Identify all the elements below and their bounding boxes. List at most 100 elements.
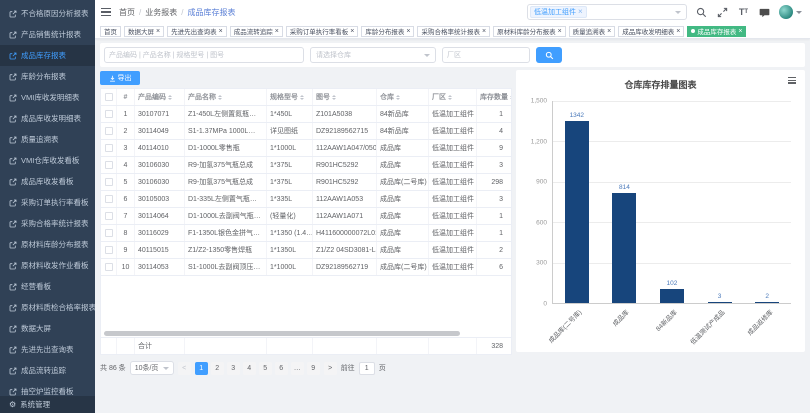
row-checkbox[interactable] xyxy=(105,110,113,118)
tab[interactable]: 原材料库龄分布报表× xyxy=(493,26,566,37)
row-checkbox[interactable] xyxy=(105,263,113,271)
sidebar-item[interactable]: 成品库存报表 xyxy=(0,45,95,66)
table-row[interactable]: 430106030R9-加氢375气瓶总成1*375LR901HC5292成品库… xyxy=(101,157,511,174)
column-header[interactable]: 产品名称 xyxy=(188,92,216,102)
bar[interactable] xyxy=(755,302,779,303)
pagination-prev-button[interactable]: < xyxy=(178,362,191,375)
search-button[interactable] xyxy=(536,47,562,63)
sidebar-item[interactable]: 采购订单执行率看板 xyxy=(0,192,95,213)
sort-icon[interactable] xyxy=(448,93,452,102)
tab[interactable]: 先进先出查询表× xyxy=(167,26,227,37)
tab[interactable]: 库龄分布报表× xyxy=(361,26,414,37)
row-checkbox[interactable] xyxy=(105,195,113,203)
sidebar-item[interactable]: 质量追溯表 xyxy=(0,129,95,150)
goto-page-input[interactable] xyxy=(359,362,375,375)
sidebar-item[interactable]: 原材料库龄分布报表 xyxy=(0,234,95,255)
sort-icon[interactable] xyxy=(332,93,336,102)
pagination-page-button[interactable]: 5 xyxy=(259,362,272,375)
sidebar-item[interactable]: 经营看板 xyxy=(0,276,95,297)
sidebar-toggle-icon[interactable] xyxy=(101,8,111,17)
table-row[interactable]: 730114064D1-1000L去副阀气瓶…(轻量化)112AAW1A071成… xyxy=(101,208,511,225)
table-row[interactable]: 340114010D1-1000L零售瓶1*1000L112AAW1A047/0… xyxy=(101,140,511,157)
pagination-page-button[interactable]: 1 xyxy=(195,362,208,375)
close-icon[interactable]: × xyxy=(676,28,680,35)
page-size-select[interactable]: 10条/页 xyxy=(130,361,174,375)
column-header[interactable]: 图号 xyxy=(316,92,330,102)
close-icon[interactable]: × xyxy=(219,28,223,35)
tab[interactable]: 成品库存报表× xyxy=(687,26,746,37)
row-checkbox[interactable] xyxy=(105,127,113,135)
close-icon[interactable]: × xyxy=(738,28,742,35)
close-icon[interactable]: × xyxy=(275,28,279,35)
row-checkbox[interactable] xyxy=(105,246,113,254)
sort-icon[interactable] xyxy=(300,93,304,102)
pagination-next-button[interactable]: > xyxy=(324,362,337,375)
row-checkbox[interactable] xyxy=(105,161,113,169)
export-button[interactable]: 导出 xyxy=(100,71,140,85)
close-icon[interactable]: × xyxy=(482,28,486,35)
user-menu[interactable] xyxy=(779,5,802,19)
column-header[interactable]: 库存数量 xyxy=(480,92,508,102)
warehouse-select[interactable]: 请选择仓库 xyxy=(310,47,436,63)
row-checkbox[interactable] xyxy=(105,178,113,186)
pagination-page-button[interactable]: … xyxy=(291,362,304,375)
font-size-icon[interactable]: TT xyxy=(737,6,750,19)
sidebar-item[interactable]: 不合格原因分析报表 xyxy=(0,3,95,24)
sort-icon[interactable] xyxy=(510,93,511,102)
column-header[interactable]: 产品编码 xyxy=(138,92,166,102)
row-checkbox[interactable] xyxy=(105,212,113,220)
sidebar-item[interactable]: VMI仓库收发看板 xyxy=(0,150,95,171)
column-header[interactable]: 规格型号 xyxy=(270,92,298,102)
sidebar-item[interactable]: 数据大屏 xyxy=(0,318,95,339)
tab[interactable]: 采购合格率统计报表× xyxy=(417,26,490,37)
bar[interactable] xyxy=(565,121,589,303)
column-header[interactable]: 仓库 xyxy=(380,92,394,102)
sidebar-item[interactable]: 先进先出查询表 xyxy=(0,339,95,360)
tab[interactable]: 成品库收发明细表× xyxy=(618,26,684,37)
sidebar-item[interactable]: 原材料收发作业看板 xyxy=(0,255,95,276)
breadcrumb-section[interactable]: 业务报表 xyxy=(145,7,177,18)
pagination-page-button[interactable]: 2 xyxy=(211,362,224,375)
row-checkbox[interactable] xyxy=(105,229,113,237)
table-row[interactable]: 530106030R9-加氢375气瓶总成1*375LR901HC5292成品库… xyxy=(101,174,511,191)
column-header[interactable]: 厂区 xyxy=(432,92,446,102)
select-all-checkbox[interactable] xyxy=(105,93,113,101)
tab[interactable]: 采购订单执行率看板× xyxy=(286,26,359,37)
org-select[interactable]: 低温加工组件 × xyxy=(527,4,687,20)
horizontal-scrollbar[interactable] xyxy=(104,331,508,336)
sidebar-item[interactable]: 库龄分布报表 xyxy=(0,66,95,87)
close-icon[interactable]: × xyxy=(156,28,160,35)
close-icon[interactable]: × xyxy=(558,28,562,35)
table-row[interactable]: 830116029F1-1350L银色金拼气…1*1350 (1.4…H4116… xyxy=(101,225,511,242)
sidebar-item[interactable]: 产品销售统计报表 xyxy=(0,24,95,45)
close-icon[interactable]: × xyxy=(406,28,410,35)
fullscreen-icon[interactable] xyxy=(716,6,729,19)
pagination-page-button[interactable]: 4 xyxy=(243,362,256,375)
sidebar-item[interactable]: 成品库收发看板 xyxy=(0,171,95,192)
sidebar-item[interactable]: 抽空炉监控看板 xyxy=(0,381,95,396)
table-row[interactable]: 230114049S1-1.37MPa 1000L…详见图纸DZ92189562… xyxy=(101,123,511,140)
message-icon[interactable] xyxy=(758,6,771,19)
breadcrumb-home[interactable]: 首页 xyxy=(119,7,135,18)
bar[interactable] xyxy=(660,289,684,303)
tab[interactable]: 质量追溯表× xyxy=(569,26,616,37)
keyword-input[interactable] xyxy=(104,47,304,63)
sidebar-item[interactable]: 成品库收发明细表 xyxy=(0,108,95,129)
sort-icon[interactable] xyxy=(218,93,222,102)
close-icon[interactable]: × xyxy=(350,28,354,35)
sidebar-item[interactable]: 采购合格率统计报表 xyxy=(0,213,95,234)
factory-input[interactable] xyxy=(442,47,530,63)
tab[interactable]: 首页 xyxy=(100,26,121,37)
table-row[interactable]: 940115015Z1/Z2-1350零售焊瓶1*1350LZ1/Z2 04SD… xyxy=(101,242,511,259)
pagination-page-button[interactable]: 6 xyxy=(275,362,288,375)
tab[interactable]: 成品流转追踪× xyxy=(230,26,283,37)
sidebar-footer-settings[interactable]: ⚙ 系统管理 xyxy=(0,396,95,413)
tag-close-icon[interactable]: × xyxy=(578,8,583,16)
sidebar-item[interactable]: 成品流转追踪 xyxy=(0,360,95,381)
tab[interactable]: 数据大屏× xyxy=(124,26,164,37)
pagination-page-button[interactable]: 3 xyxy=(227,362,240,375)
table-row[interactable]: 130107071Z1-450L左侧置氮瓶…1*450LZ101A503884新… xyxy=(101,106,511,123)
row-checkbox[interactable] xyxy=(105,144,113,152)
close-icon[interactable]: × xyxy=(607,28,611,35)
sort-icon[interactable] xyxy=(396,93,400,102)
